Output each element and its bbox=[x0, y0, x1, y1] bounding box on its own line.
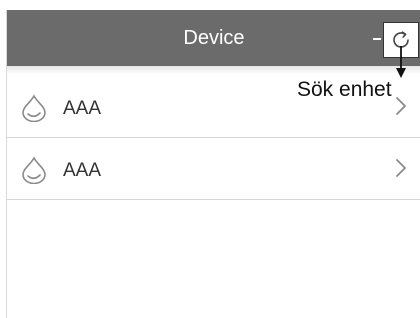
chevron-right-icon bbox=[396, 97, 406, 115]
device-name: AAA bbox=[63, 98, 102, 119]
device-screen: Device AAA AAA bbox=[6, 10, 420, 318]
water-drop-icon bbox=[22, 94, 46, 122]
top-bar: Device bbox=[7, 10, 420, 66]
separator-dash bbox=[373, 38, 381, 40]
search-device-callout: Sök enhet bbox=[297, 78, 392, 102]
device-name: AAA bbox=[63, 160, 102, 181]
top-bar-shadow bbox=[7, 66, 420, 74]
chevron-right-icon bbox=[396, 159, 406, 177]
list-item[interactable]: AAA bbox=[7, 138, 420, 200]
callout-arrow bbox=[396, 46, 406, 78]
water-drop-icon bbox=[22, 156, 46, 184]
page-title: Device bbox=[183, 27, 245, 49]
